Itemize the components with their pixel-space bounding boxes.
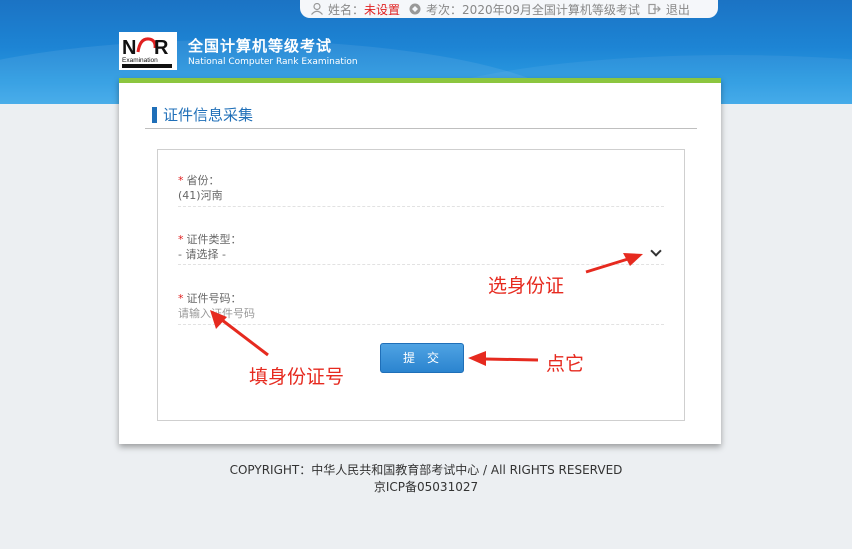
province-field: * 省份： (41)河南 — [178, 174, 664, 207]
logout-label: 退出 — [665, 2, 690, 17]
user-info-bar: 姓名： 未设置 考次： 2020年09月全国计算机等级考试 退出 — [300, 0, 718, 18]
required-mark: * — [178, 233, 184, 246]
id-type-select[interactable]: * 证件类型： - 请选择 - — [178, 233, 664, 265]
user-icon — [311, 3, 323, 15]
user-name-label: 姓名： — [328, 2, 365, 17]
section-divider — [145, 128, 697, 129]
id-number-label: * 证件号码： — [178, 292, 242, 305]
section-title: 证件信息采集 — [152, 107, 253, 123]
id-form: * 省份： (41)河南 * 证件类型： - 请选择 - * 证件号码： 请输入证件号… — [157, 149, 685, 421]
footer-copyright: COPYRIGHT：中华人民共和国教育部考试中心 / All RIGHTS RE… — [229, 463, 623, 477]
required-mark: * — [178, 174, 184, 187]
footer-icp: 京ICP备05031027 — [373, 480, 479, 494]
id-number-placeholder: 请输入证件号码 — [178, 307, 255, 320]
required-mark: * — [178, 292, 184, 305]
province-value: (41)河南 — [178, 189, 223, 202]
user-name-value: 未设置 — [364, 2, 401, 17]
exam-session-label: 考次： — [426, 2, 463, 17]
annotation-fill-id: 填身份证号 — [249, 366, 345, 388]
submit-button[interactable]: 提交 — [380, 343, 464, 373]
logout-icon — [648, 3, 661, 15]
province-label: * 省份： — [178, 174, 220, 187]
ncre-logo-mark: N R Examination — [119, 32, 177, 70]
site-subtitle: National Computer Rank Examination — [188, 57, 358, 67]
svg-text:R: R — [154, 37, 169, 59]
logout-link[interactable]: 退出 — [648, 1, 690, 18]
id-type-label: * 证件类型： — [178, 233, 242, 246]
site-title: 全国计算机等级考试 — [188, 37, 333, 55]
svg-text:Examination: Examination — [122, 57, 158, 64]
id-type-selected: - 请选择 - — [178, 248, 226, 261]
annotation-click-it: 点它 — [546, 353, 585, 375]
id-number-input[interactable]: * 证件号码： 请输入证件号码 — [178, 292, 664, 325]
exam-session-value: 2020年09月全国计算机等级考试 — [462, 2, 640, 17]
annotation-choose-id: 选身份证 — [488, 275, 565, 297]
user-name-segment: 姓名： 未设置 — [310, 1, 400, 18]
exam-icon — [409, 3, 421, 15]
ncre-logo: N R Examination — [119, 32, 177, 70]
id-collection-card: 证件信息采集 * 省份： (41)河南 * 证件类型： - 请选择 - * 证件号码：… — [119, 78, 721, 444]
exam-session-segment: 考次： 2020年09月全国计算机等级考试 — [408, 1, 640, 18]
svg-text:N: N — [122, 37, 136, 59]
